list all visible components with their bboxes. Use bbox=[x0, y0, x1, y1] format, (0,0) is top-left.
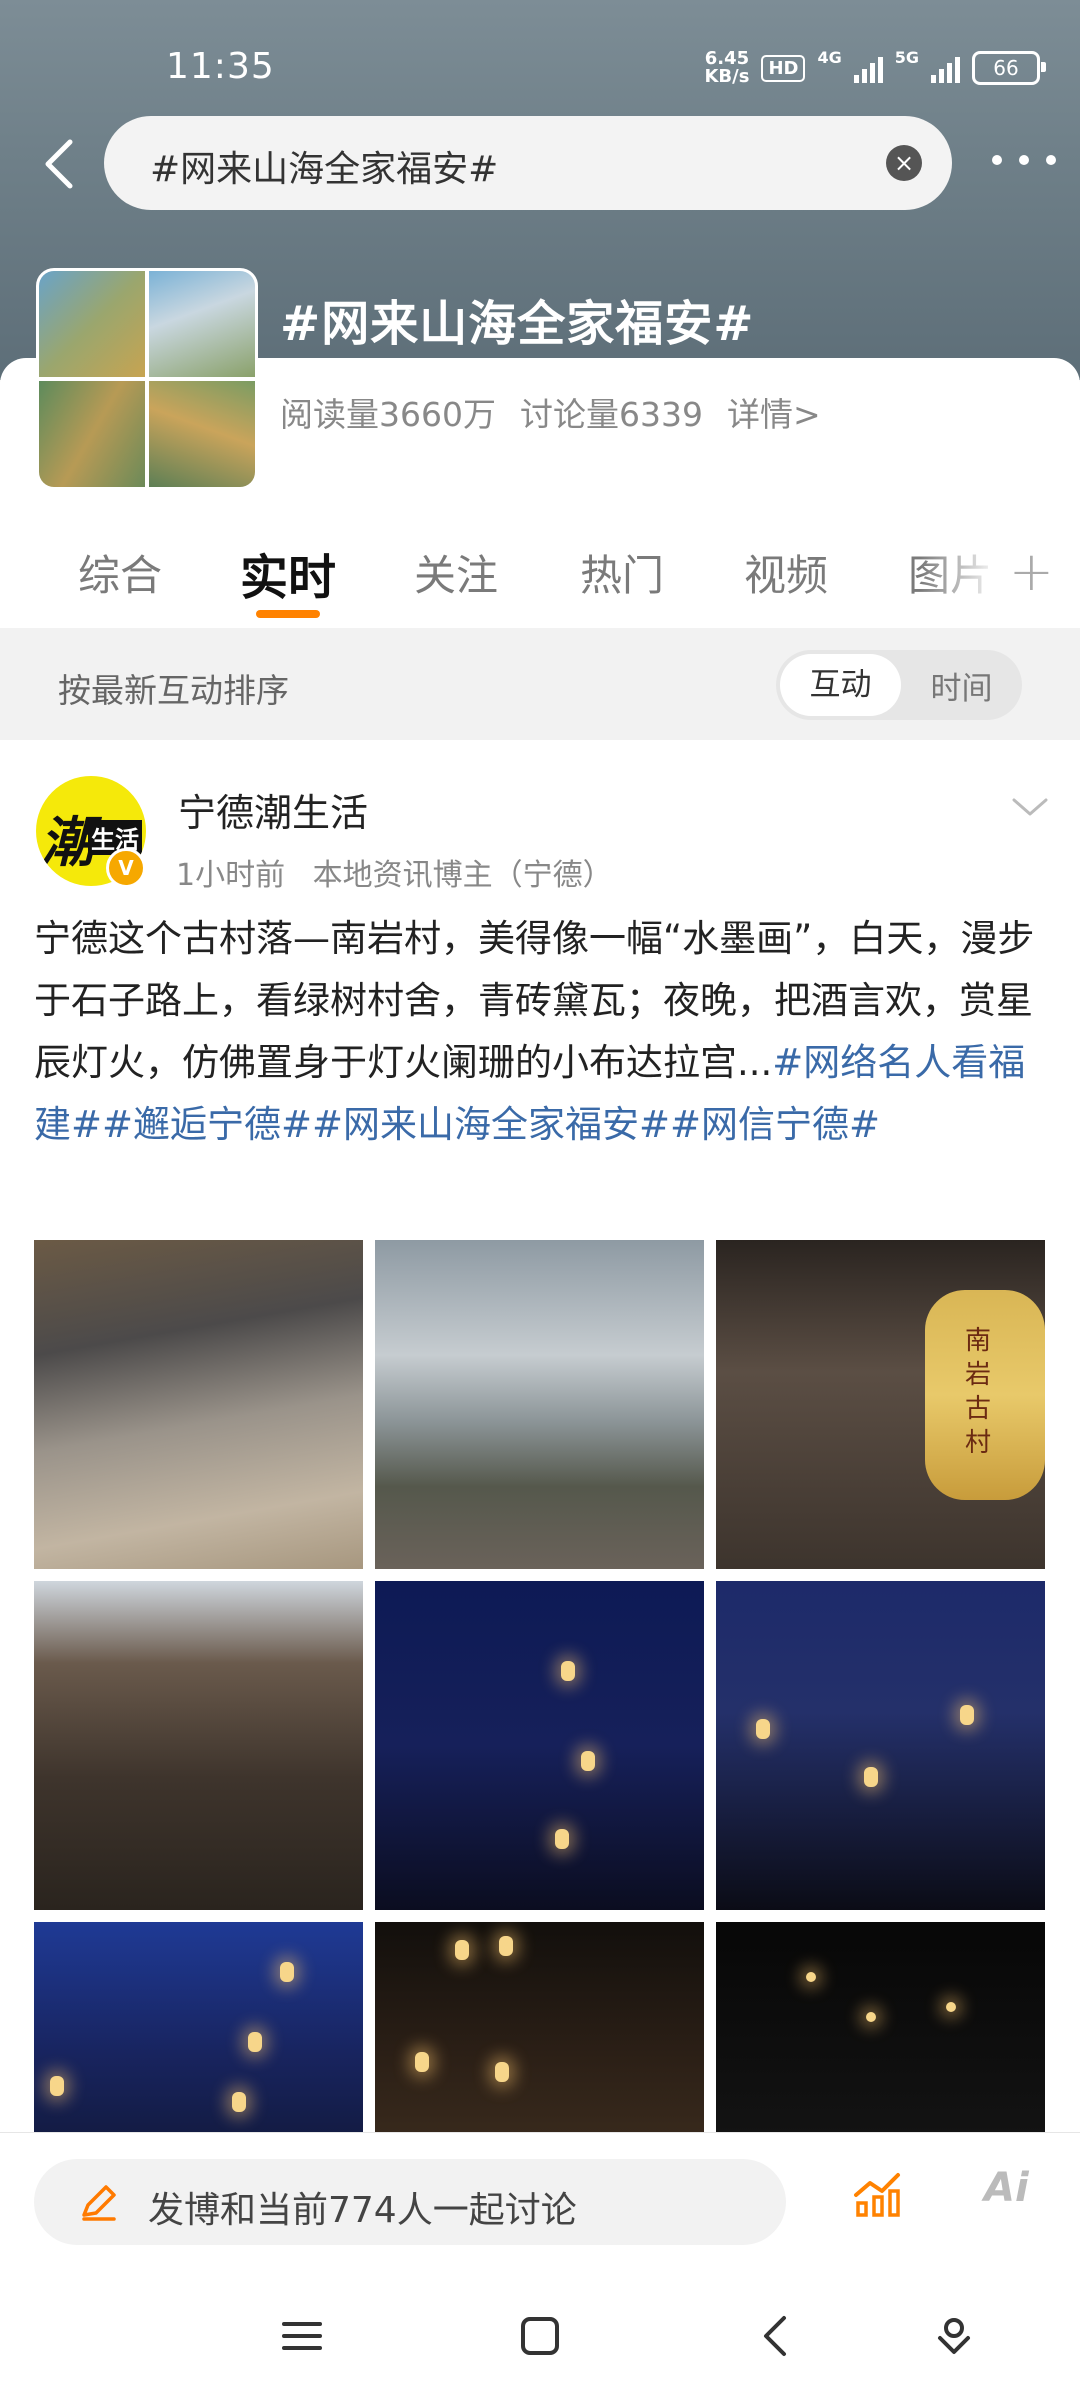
topic-title: #网来山海全家福安# bbox=[280, 296, 755, 352]
post-text: 宁德这个古村落—南岩村，美得像一幅“水墨画”，白天，漫步于石子路上，看绿树村舍，… bbox=[34, 917, 1035, 1146]
tab-hot[interactable]: 热门 bbox=[580, 542, 664, 603]
signal-icon-2 bbox=[931, 53, 960, 83]
clear-icon[interactable]: × bbox=[886, 145, 922, 181]
network-type-4g: 4G bbox=[817, 48, 842, 67]
active-tab-indicator bbox=[256, 610, 320, 618]
post-image[interactable] bbox=[716, 1581, 1045, 1910]
trend-chart-icon[interactable] bbox=[852, 2167, 904, 2219]
compose-button[interactable]: 发博和当前774人一起讨论 bbox=[34, 2159, 786, 2245]
hd-voice-icon: HD bbox=[761, 54, 806, 82]
pen-icon bbox=[82, 2185, 116, 2221]
topic-stats: 阅读量3660万 讨论量6339 详情> bbox=[280, 388, 821, 436]
image-grid: 南岩古村 bbox=[34, 1240, 1046, 2251]
post-source: 本地资讯博主（宁德） bbox=[312, 858, 613, 893]
ai-icon[interactable]: Ai bbox=[984, 2165, 1029, 2211]
author-name[interactable]: 宁德潮生活 bbox=[178, 782, 368, 837]
top-bar: #网来山海全家福安# × bbox=[0, 116, 1080, 212]
status-bar: 11:35 6.45 KB/s HD 4G 5G 66 bbox=[0, 0, 1080, 110]
search-input[interactable]: #网来山海全家福安# × bbox=[104, 116, 952, 210]
tab-bar: 综合 实时 关注 热门 视频 图片 + bbox=[0, 530, 1080, 630]
post-image[interactable] bbox=[375, 1581, 704, 1910]
sort-label: 按最新互动排序 bbox=[58, 671, 289, 710]
back-arrow-icon[interactable] bbox=[40, 138, 80, 190]
sort-option-interact[interactable]: 互动 bbox=[780, 654, 901, 716]
more-icon[interactable] bbox=[992, 148, 1056, 172]
tab-comprehensive[interactable]: 综合 bbox=[78, 542, 162, 603]
verified-badge-icon: V bbox=[106, 848, 146, 888]
post-card: 潮 生活 V 宁德潮生活 1小时前 本地资讯博主（宁德） 宁德这个古村落—南岩村… bbox=[0, 740, 1080, 2251]
read-count: 阅读量3660万 bbox=[280, 395, 496, 434]
home-icon[interactable] bbox=[518, 2314, 562, 2358]
clock: 11:35 bbox=[166, 46, 275, 87]
network-speed: 6.45 KB/s bbox=[704, 48, 750, 87]
add-tab-icon[interactable]: + bbox=[1009, 540, 1054, 603]
discuss-count: 讨论量6339 bbox=[519, 395, 703, 434]
post-image[interactable] bbox=[34, 1240, 363, 1569]
sort-bar: 按最新互动排序 互动 时间 bbox=[0, 628, 1080, 740]
sort-option-time[interactable]: 时间 bbox=[901, 663, 1022, 708]
tab-realtime[interactable]: 实时 bbox=[240, 538, 336, 608]
post-time: 1小时前 bbox=[176, 858, 286, 893]
hashtag-link[interactable]: #网来山海全家福安# bbox=[312, 1103, 670, 1146]
chevron-down-icon[interactable] bbox=[1010, 792, 1050, 822]
post-meta: 1小时前 本地资讯博主（宁德） bbox=[176, 850, 613, 894]
signal-icon bbox=[853, 53, 883, 83]
post-image[interactable] bbox=[34, 1581, 363, 1910]
system-nav-bar bbox=[0, 2270, 1080, 2400]
hashtag-link[interactable]: #邂逅宁德# bbox=[102, 1103, 312, 1146]
post-image[interactable]: 南岩古村 bbox=[716, 1240, 1045, 1569]
sort-toggle: 互动 时间 bbox=[776, 650, 1022, 720]
topic-cover-image bbox=[36, 268, 258, 490]
back-icon[interactable] bbox=[754, 2314, 798, 2358]
hashtag-link[interactable]: #网信宁德# bbox=[670, 1103, 880, 1146]
assistant-icon[interactable] bbox=[932, 2314, 976, 2358]
menu-icon[interactable] bbox=[280, 2314, 324, 2358]
network-type-5g: 5G bbox=[894, 48, 919, 67]
tab-following[interactable]: 关注 bbox=[414, 542, 498, 603]
post-image[interactable] bbox=[375, 1240, 704, 1569]
bottom-action-bar: 发博和当前774人一起讨论 Ai bbox=[0, 2132, 1080, 2271]
battery-icon: 66 bbox=[972, 51, 1046, 85]
lantern: 南岩古村 bbox=[925, 1290, 1045, 1500]
detail-link[interactable]: 详情> bbox=[727, 388, 821, 436]
tab-video[interactable]: 视频 bbox=[744, 542, 828, 603]
